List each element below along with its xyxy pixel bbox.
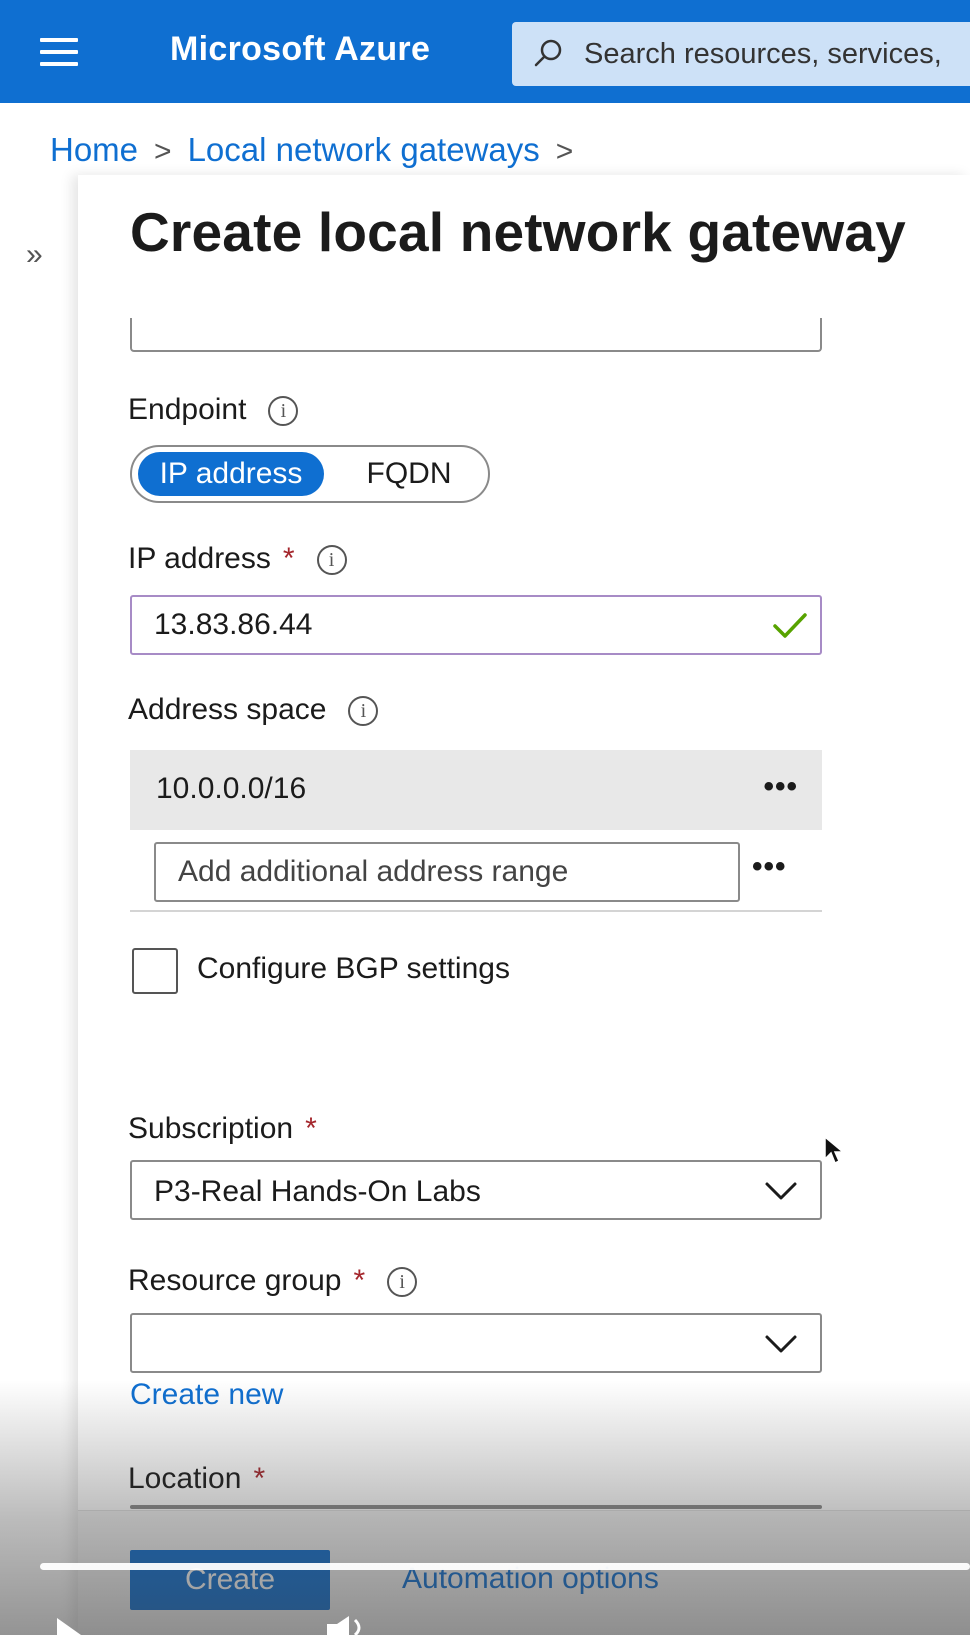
more-options-icon[interactable]: ••• [763,770,798,804]
info-icon[interactable]: i [316,545,347,575]
create-new-link[interactable]: Create new [130,1378,283,1412]
chevron-down-icon [765,1335,797,1353]
chevron-right-icon: > [154,135,172,168]
required-marker: * [253,1462,266,1495]
breadcrumb: Home > Local network gateways > [50,131,589,169]
info-icon[interactable]: i [387,1267,418,1297]
top-bar: Microsoft Azure [0,0,970,103]
video-progress-bar[interactable] [40,1563,970,1570]
ip-address-label: IP address * i [128,542,347,576]
search-input[interactable] [584,34,970,74]
required-marker: * [353,1264,366,1297]
page-title: Create local network gateway [130,201,906,263]
info-icon[interactable]: i [348,696,379,726]
menu-icon[interactable] [40,38,78,66]
search-icon [534,39,562,67]
breadcrumb-home[interactable]: Home [50,131,138,168]
volume-icon[interactable] [325,1616,373,1635]
create-button[interactable]: Create [130,1550,330,1610]
required-marker: * [305,1112,317,1145]
resource-group-label: Resource group * i [128,1264,418,1298]
address-space-value: 10.0.0.0/16 [156,772,307,805]
bgp-checkbox-label[interactable]: Configure BGP settings [197,952,510,986]
breadcrumb-local-network-gateways[interactable]: Local network gateways [188,131,540,168]
valid-check-icon [773,613,807,638]
subscription-label: Subscription * [128,1112,317,1146]
global-search[interactable] [512,22,970,86]
address-space-label: Address space i [128,693,379,727]
subscription-value: P3-Real Hands-On Labs [154,1175,481,1208]
endpoint-label-text: Endpoint [128,393,247,426]
brand-title[interactable]: Microsoft Azure [170,30,430,69]
add-address-range-field[interactable] [154,842,740,902]
subscription-label-text: Subscription [128,1112,294,1145]
name-field-partial[interactable] [130,318,822,352]
required-marker: * [282,542,295,575]
endpoint-label: Endpoint i [128,393,299,427]
endpoint-option-fqdn[interactable]: FQDN [344,452,474,496]
add-address-range-input[interactable] [156,844,738,900]
ip-address-input[interactable] [132,597,820,653]
endpoint-toggle[interactable]: IP address FQDN [130,445,490,503]
location-label-text: Location [128,1462,242,1495]
ip-address-label-text: IP address [128,542,271,575]
divider [130,910,822,912]
location-select-partial[interactable] [130,1505,822,1509]
subscription-select[interactable]: P3-Real Hands-On Labs [130,1160,822,1220]
location-label: Location * [128,1462,265,1496]
bgp-checkbox[interactable] [132,948,178,994]
endpoint-option-ip-address[interactable]: IP address [138,452,324,496]
address-space-label-text: Address space [128,693,327,726]
chevron-right-icon: > [555,135,574,168]
play-icon[interactable] [55,1618,83,1635]
expand-sidebar-icon[interactable]: » [26,238,43,272]
resource-group-label-text: Resource group [128,1264,342,1297]
info-icon[interactable]: i [268,396,299,426]
address-space-row[interactable]: 10.0.0.0/16 ••• [130,750,822,830]
ip-address-field[interactable] [130,595,822,655]
resource-group-select[interactable] [130,1313,822,1373]
more-options-icon[interactable]: ••• [752,850,787,884]
chevron-down-icon [765,1182,797,1200]
mouse-cursor-icon [824,1135,845,1165]
